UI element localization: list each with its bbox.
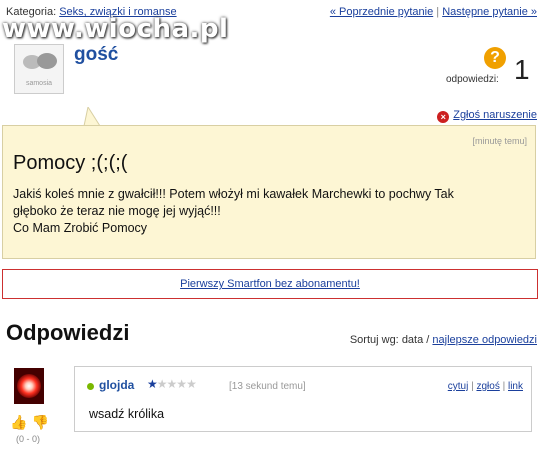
answer-time: [13 sekund temu] (229, 381, 306, 392)
report-label: Zgłoś naruszenie (453, 109, 537, 121)
question-box: [minutę temu] Pomocy ;(;(;( Jakiś koleś … (2, 125, 536, 259)
star-icon: ★ (176, 377, 187, 391)
sort-controls: Sortuj wg: data / najlepsze odpowiedzi (350, 334, 537, 346)
question-bubble-tail (83, 107, 101, 127)
avatar-bubble-icon (37, 53, 57, 69)
watermark: www.wiocha.pl (2, 14, 229, 44)
answers-heading: Odpowiedzi (6, 320, 130, 345)
answers-count: 1 (514, 54, 530, 85)
next-question-link[interactable]: Następne pytanie » (442, 6, 537, 18)
answer-body: wsadź królika (89, 407, 165, 421)
question-body-line: Jakiś koleś mnie z gwałcił!!! Potem włoż… (13, 187, 454, 201)
report-icon: × (437, 111, 450, 123)
question-title: Pomocy ;(;(;( (13, 152, 128, 174)
answerer-name[interactable]: glojda (99, 378, 134, 392)
sort-separator: / (426, 334, 430, 346)
star-icon: ★ (166, 377, 178, 391)
question-body-line: głęboko że teraz nie mogę jej wyjąć!!! (13, 204, 221, 218)
question-body: Jakiś koleś mnie z gwałcił!!! Potem włoż… (13, 186, 521, 237)
rating-stars: ★★★★★ (147, 377, 197, 391)
star-icon: ★ (186, 377, 197, 391)
question-mark-icon: ? (484, 47, 506, 69)
star-icon: ★ (156, 377, 168, 391)
answer-box: glojda ★★★★★ [13 sekund temu] cytuj | zg… (74, 366, 532, 432)
question-nav: « Poprzednie pytanie | Następne pytanie … (330, 6, 537, 18)
question-body-line: Co Mam Zrobić Pomocy (13, 221, 148, 235)
nav-separator: | (436, 6, 440, 18)
question-time: [minutę temu] (472, 136, 527, 146)
asker-name[interactable]: gość (74, 44, 118, 66)
answerer-avatar[interactable] (14, 368, 44, 404)
vote-count: (0 - 0) (16, 434, 41, 444)
sort-by-best[interactable]: najlepsze odpowiedzi (432, 334, 537, 346)
ad-link[interactable]: Pierwszy Smartfon bez abonamentu! (180, 278, 360, 290)
thumbs-up-icon[interactable]: 👍 (10, 414, 27, 430)
quote-link[interactable]: cytuj (448, 381, 469, 392)
thumbs-down-icon[interactable]: 👎 (31, 414, 48, 430)
report-question-link[interactable]: × Zgłoś naruszenie (437, 109, 537, 123)
avatar-label: samosia (25, 80, 53, 87)
sort-label: Sortuj wg: (349, 334, 399, 346)
star-icon: ★ (147, 377, 158, 391)
answer-permalink[interactable]: link (508, 381, 523, 392)
online-status-icon (87, 383, 94, 390)
vote-controls: 👍 👎 (10, 414, 49, 431)
flare-image (17, 374, 41, 398)
prev-question-link[interactable]: « Poprzednie pytanie (330, 6, 433, 18)
sort-by-date[interactable]: data (402, 334, 423, 346)
report-answer-link[interactable]: zgłoś (476, 381, 499, 392)
answer-actions: cytuj | zgłoś | link (447, 381, 523, 392)
answers-count-label: odpowiedzi: (446, 74, 499, 85)
ad-banner: Pierwszy Smartfon bez abonamentu! (2, 269, 538, 299)
asker-avatar[interactable]: samosia (14, 44, 64, 94)
